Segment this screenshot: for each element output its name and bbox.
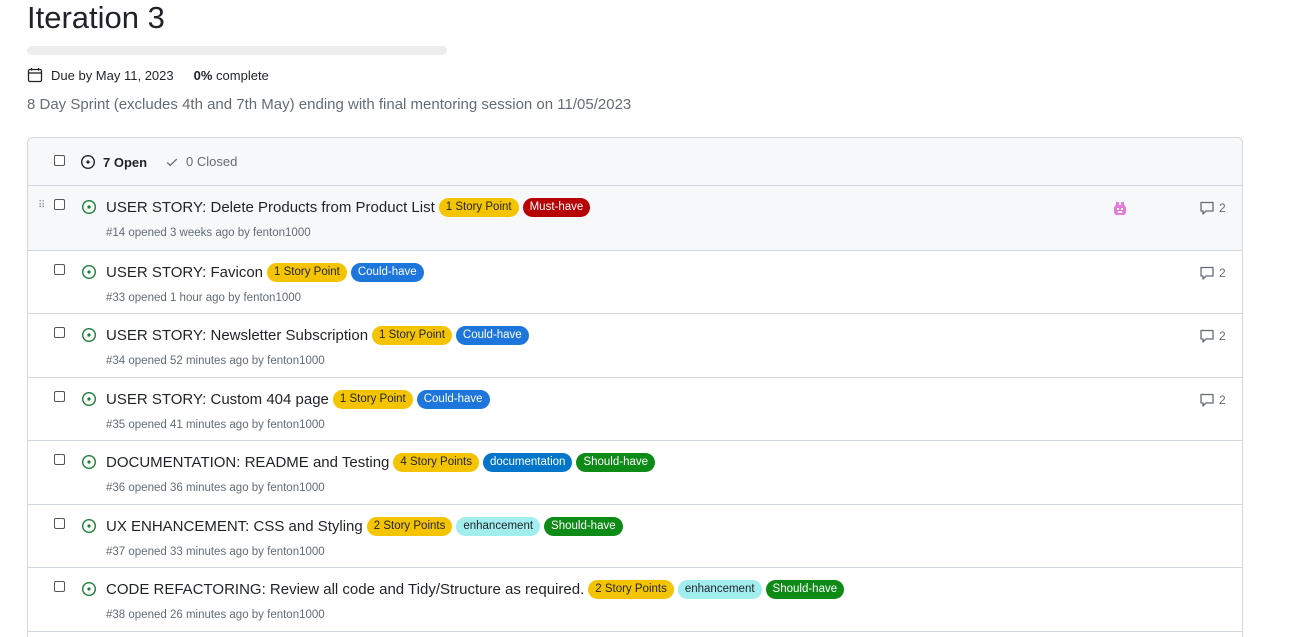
- open-issues-filter[interactable]: 7 Open: [80, 154, 147, 170]
- issue-title-link[interactable]: USER STORY: Newsletter Subscription: [106, 327, 368, 344]
- issue-title-line: USER STORY: Newsletter Subscription 1 Sto…: [106, 326, 533, 345]
- issue-label[interactable]: enhancement: [677, 580, 762, 599]
- comment-icon: [1200, 201, 1214, 215]
- issue-row[interactable]: UX ENHANCEMENT: CSS and Styling 2 Story P…: [28, 505, 1242, 568]
- issue-label[interactable]: 2 Story Points: [366, 517, 453, 536]
- comment-count-link[interactable]: 2: [1199, 328, 1226, 344]
- comment-count: 2: [1219, 393, 1226, 407]
- comment-count-link[interactable]: 2: [1199, 392, 1226, 408]
- issue-open-icon: [81, 581, 97, 597]
- issue-meta: #35 opened 41 minutes ago by fenton1000: [106, 419, 325, 431]
- issue-open-icon: [81, 264, 97, 280]
- issue-label[interactable]: Should-have: [765, 580, 845, 599]
- milestone-description: 8 Day Sprint (excludes 4th and 7th May) …: [27, 96, 632, 113]
- issue-label[interactable]: 1 Story Point: [438, 198, 519, 217]
- issue-label[interactable]: Could-have: [455, 326, 529, 345]
- issue-title-line: USER STORY: Favicon 1 Story Point Could-ha…: [106, 263, 428, 282]
- issue-checkbox[interactable]: [54, 199, 65, 210]
- milestone-progress-bar: [27, 46, 447, 55]
- percent-suffix: complete: [212, 67, 269, 83]
- issue-title-line: DOCUMENTATION: README and Testing 4 Story…: [106, 453, 659, 472]
- issue-meta: #14 opened 3 weeks ago by fenton1000: [106, 227, 311, 239]
- closed-issues-filter[interactable]: 0 Closed: [165, 154, 237, 169]
- issue-label[interactable]: enhancement: [456, 517, 541, 536]
- issue-title-link[interactable]: USER STORY: Delete Products from Product…: [106, 199, 435, 216]
- issue-checkbox[interactable]: [54, 327, 65, 338]
- issue-label[interactable]: documentation: [483, 453, 573, 472]
- issue-open-icon: [81, 391, 97, 407]
- issue-label[interactable]: 1 Story Point: [372, 326, 452, 345]
- issue-label[interactable]: 4 Story Points: [393, 453, 479, 472]
- issue-title-link[interactable]: USER STORY: Favicon: [106, 264, 263, 281]
- issue-title-link[interactable]: UX ENHANCEMENT: CSS and Styling: [106, 518, 363, 535]
- issue-meta: #37 opened 33 minutes ago by fenton1000: [106, 546, 325, 558]
- assignee-avatar[interactable]: [1111, 200, 1129, 218]
- issue-open-icon: [80, 154, 96, 170]
- comment-icon: [1200, 393, 1214, 407]
- milestone-percent-complete: 0% complete: [194, 68, 269, 83]
- issue-meta: #38 opened 26 minutes ago by fenton1000: [106, 609, 325, 621]
- calendar-icon: [27, 68, 43, 83]
- issue-label[interactable]: Could-have: [416, 390, 490, 409]
- check-icon: [166, 157, 178, 166]
- issue-label[interactable]: Could-have: [350, 263, 424, 282]
- comment-count: 2: [1219, 329, 1226, 343]
- issue-checkbox[interactable]: [54, 581, 65, 592]
- issue-title-line: CODE REFACTORING: Review all code and Ti…: [106, 580, 848, 599]
- issue-row[interactable]: CODE REFACTORING: Review all code and Ti…: [28, 568, 1242, 632]
- issue-open-icon: [81, 199, 97, 215]
- issue-meta: #33 opened 1 hour ago by fenton1000: [106, 292, 302, 304]
- issue-open-icon: [81, 454, 97, 470]
- issue-open-icon: [81, 518, 97, 534]
- milestone-title: Iteration 3: [27, 0, 165, 35]
- issue-meta: #34 opened 52 minutes ago by fenton1000: [106, 355, 325, 367]
- issue-list-header: 7 Open 0 Closed: [28, 138, 1242, 186]
- issue-row[interactable]: ⠿ USER STORY: Delete Products from Produc…: [28, 186, 1242, 251]
- percent-value: 0%: [193, 67, 213, 83]
- issue-meta: #36 opened 36 minutes ago by fenton1000: [106, 482, 325, 494]
- comment-icon: [1200, 329, 1214, 343]
- issue-row[interactable]: DOCUMENTATION: README and Testing 4 Story…: [28, 441, 1242, 505]
- issue-open-icon: [81, 327, 97, 343]
- milestone-due-date: Due by May 11, 2023: [51, 67, 174, 83]
- issue-label[interactable]: Must-have: [522, 198, 591, 217]
- issue-label[interactable]: Should-have: [544, 517, 623, 536]
- issue-title-line: USER STORY: Custom 404 page 1 Story Point…: [106, 390, 494, 409]
- issue-row[interactable]: USER STORY: Custom 404 page 1 Story Point…: [28, 378, 1242, 441]
- comment-count-link[interactable]: 2: [1199, 200, 1226, 216]
- issue-checkbox[interactable]: [54, 264, 65, 275]
- select-all-checkbox[interactable]: [54, 155, 65, 166]
- issue-title-line: USER STORY: Delete Products from Product…: [106, 198, 594, 217]
- issue-checkbox[interactable]: [54, 391, 65, 402]
- comment-count-link[interactable]: 2: [1199, 265, 1226, 281]
- issue-label[interactable]: 1 Story Point: [332, 390, 413, 409]
- issue-row[interactable]: USER STORY: Favicon 1 Story Point Could-ha…: [28, 251, 1242, 314]
- issue-row[interactable]: USER STORY: Newsletter Subscription 1 Sto…: [28, 314, 1242, 378]
- milestone-meta: Due by May 11, 2023 0% complete: [27, 66, 269, 84]
- issue-title-link[interactable]: CODE REFACTORING: Review all code and Ti…: [106, 581, 584, 598]
- issue-label[interactable]: 1 Story Point: [267, 263, 347, 282]
- closed-count: 0 Closed: [186, 154, 238, 169]
- issue-title-link[interactable]: USER STORY: Custom 404 page: [106, 391, 329, 408]
- issue-checkbox[interactable]: [54, 518, 65, 529]
- issue-list: 7 Open 0 Closed ⠿ USER STORY: Delete Prod…: [27, 137, 1243, 637]
- issue-checkbox[interactable]: [54, 454, 65, 465]
- issue-title-line: UX ENHANCEMENT: CSS and Styling 2 Story P…: [106, 517, 627, 536]
- comment-icon: [1200, 266, 1214, 280]
- issue-title-link[interactable]: DOCUMENTATION: README and Testing: [106, 454, 389, 471]
- comment-count: 2: [1219, 201, 1226, 215]
- open-count: 7 Open: [103, 154, 148, 170]
- comment-count: 2: [1219, 266, 1226, 280]
- issue-label[interactable]: Should-have: [576, 453, 656, 472]
- drag-handle-icon[interactable]: ⠿: [38, 201, 45, 211]
- issue-label[interactable]: 2 Story Points: [588, 580, 674, 599]
